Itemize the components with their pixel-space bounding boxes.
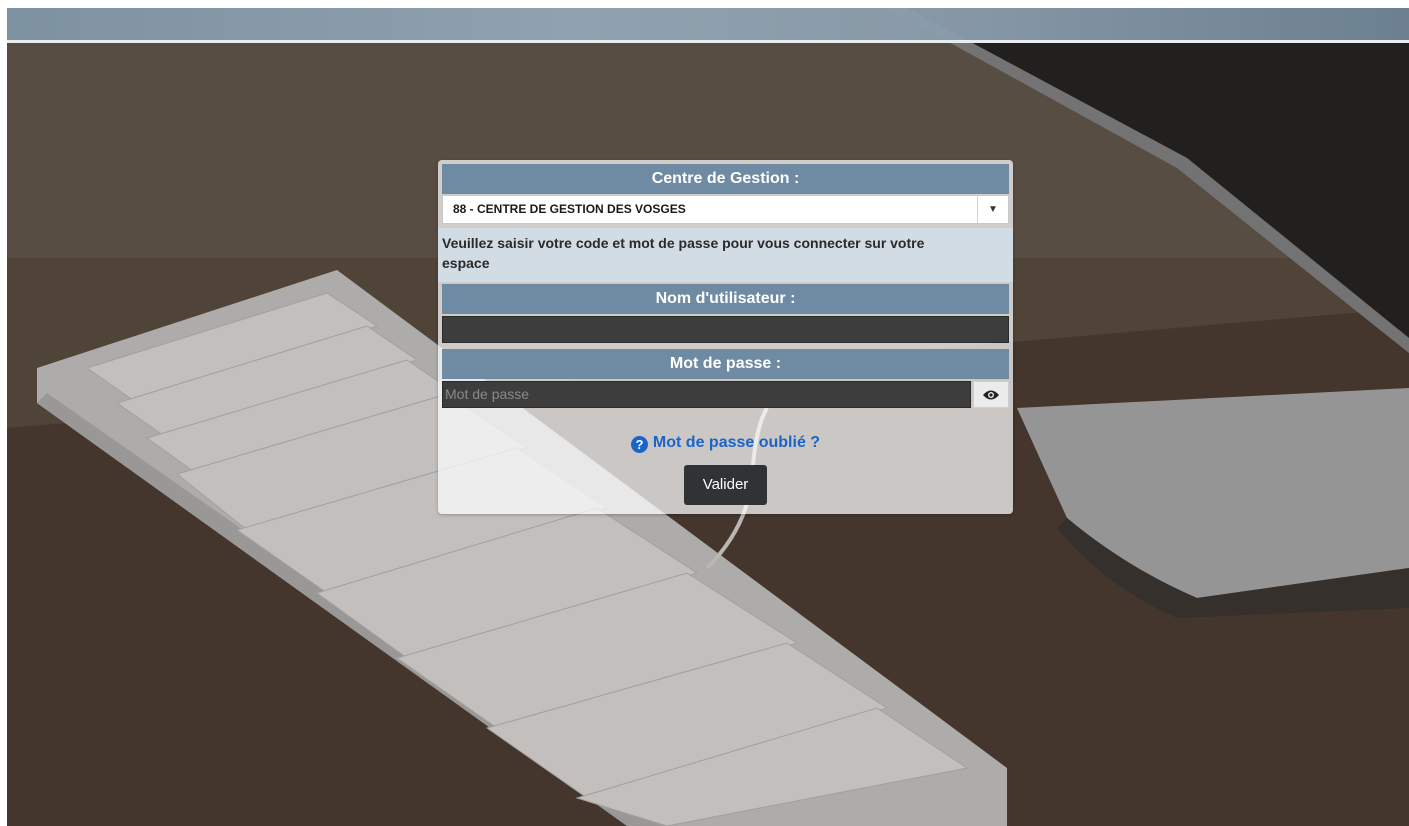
- forgot-password-label[interactable]: Mot de passe oublié ?: [653, 434, 820, 451]
- show-password-button[interactable]: [973, 381, 1009, 408]
- eye-icon: [983, 390, 999, 399]
- top-banner: [7, 8, 1409, 40]
- question-circle-icon: ?: [630, 436, 648, 453]
- login-card: Centre de Gestion : 88 - CENTRE DE GESTI…: [438, 160, 1013, 514]
- username-header: Nom d'utilisateur :: [442, 284, 1009, 314]
- instructions-text: Veuillez saisir votre code et mot de pas…: [438, 228, 1013, 282]
- forgot-password-link[interactable]: ? Mot de passe oublié ?: [438, 432, 1013, 454]
- centre-select[interactable]: 88 - CENTRE DE GESTION DES VOSGES ▼: [442, 195, 1009, 224]
- centre-header: Centre de Gestion :: [442, 164, 1009, 194]
- banner-divider: [7, 40, 1409, 43]
- password-row: Mot de passe: [442, 381, 1009, 408]
- login-page: Centre de Gestion : 88 - CENTRE DE GESTI…: [0, 0, 1409, 826]
- password-header: Mot de passe :: [442, 349, 1009, 379]
- username-input[interactable]: [442, 316, 1009, 343]
- password-input[interactable]: Mot de passe: [442, 381, 971, 408]
- centre-select-value: 88 - CENTRE DE GESTION DES VOSGES: [453, 202, 686, 216]
- submit-button[interactable]: Valider: [684, 465, 767, 505]
- chevron-down-icon[interactable]: ▼: [977, 196, 1008, 223]
